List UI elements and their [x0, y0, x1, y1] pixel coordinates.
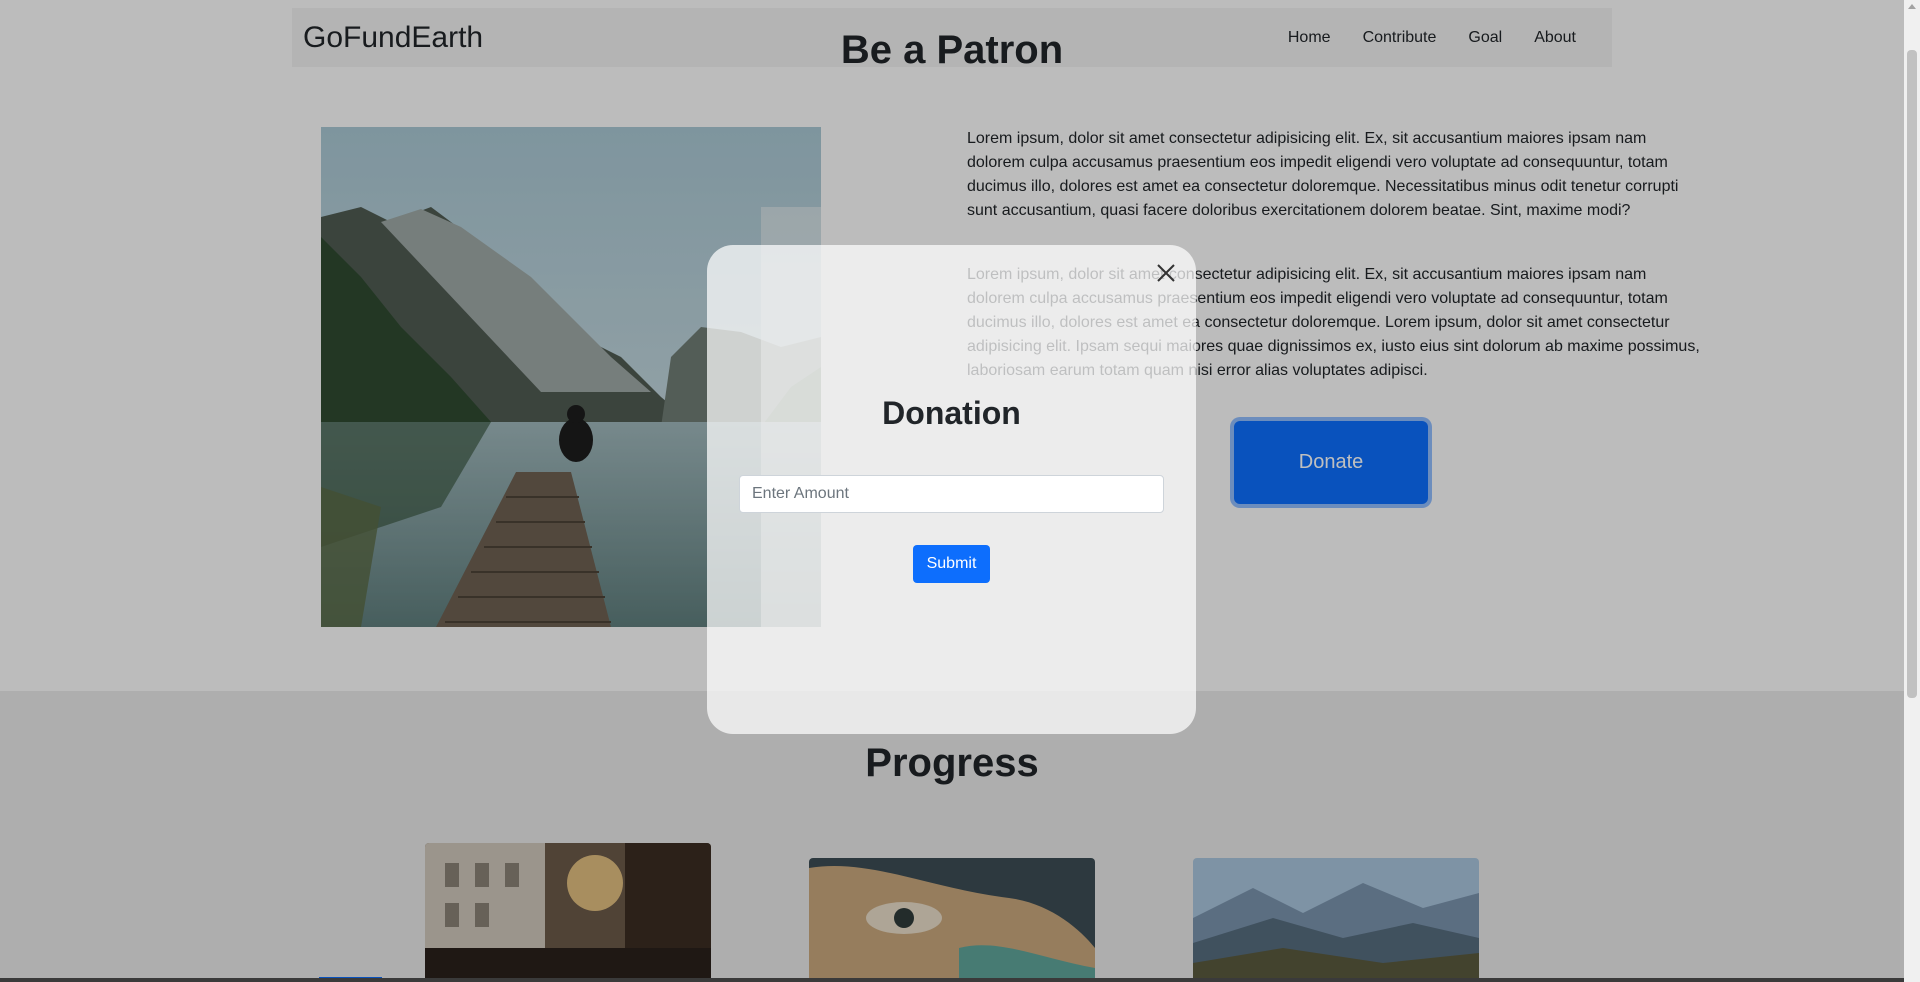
amount-input[interactable]: [739, 475, 1164, 513]
scroll-up-icon[interactable]: [1908, 4, 1916, 9]
modal-title: Donation: [882, 395, 1021, 431]
submit-button[interactable]: Submit: [913, 545, 990, 583]
donation-modal: Donation Submit: [707, 245, 1196, 734]
vertical-scrollbar[interactable]: [1904, 0, 1920, 982]
taskbar-edge: [0, 978, 1904, 982]
page: Lorem ipsum, dolor sit amet consectetur …: [0, 0, 1904, 982]
close-icon[interactable]: [1152, 259, 1180, 287]
scroll-thumb[interactable]: [1907, 50, 1917, 698]
